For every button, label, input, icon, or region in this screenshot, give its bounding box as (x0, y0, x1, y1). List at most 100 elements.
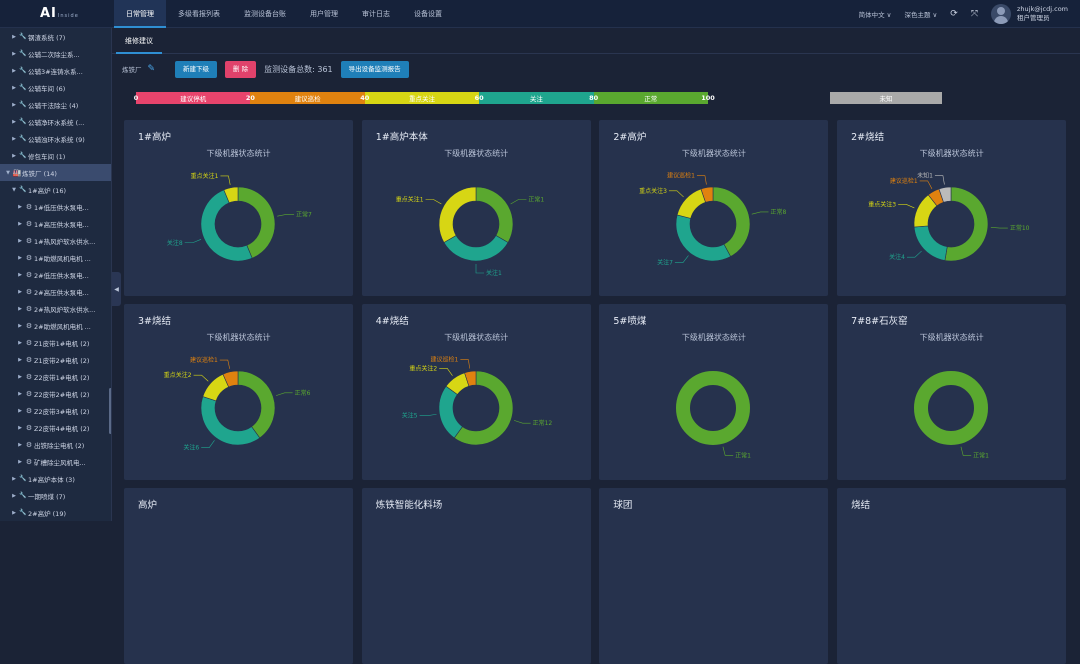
caret-right-icon[interactable]: ▶ (16, 340, 24, 346)
tree-item[interactable]: ▼ 🔧 1#高炉 (16) (0, 181, 111, 198)
caret-right-icon[interactable]: ▶ (16, 221, 24, 227)
tree-item[interactable]: ▶ ⚙ Z2皮带3#电机 (2) (0, 402, 111, 419)
tree-item[interactable]: ▶ ⚙ 1#助燃风机电机 ... (0, 249, 111, 266)
donut-slice[interactable] (200, 396, 261, 446)
caret-right-icon[interactable]: ▶ (10, 493, 18, 499)
tree-item[interactable]: ▶ ⚙ Z1皮带2#电机 (2) (0, 351, 111, 368)
donut-slice[interactable] (913, 225, 948, 261)
motor-icon: ⚙ (25, 270, 33, 279)
caret-right-icon[interactable]: ▶ (10, 476, 18, 482)
tree-item[interactable]: ▼ 🏭 炼铁厂 (14) (0, 164, 111, 181)
new-child-button[interactable]: 新建下级 (175, 60, 218, 78)
slice-label: 重点关注1 (395, 196, 423, 204)
tree-item[interactable]: ▶ ⚙ Z1皮带1#电机 (2) (0, 334, 111, 351)
donut-slice[interactable] (237, 370, 276, 439)
donut-slice[interactable] (914, 371, 989, 445)
caret-right-icon[interactable]: ▶ (16, 255, 24, 261)
caret-right-icon[interactable]: ▶ (10, 119, 18, 125)
nav-item-3[interactable]: 用户管理 (298, 0, 350, 28)
caret-down-icon[interactable]: ▼ (4, 170, 12, 176)
tree-item[interactable]: ▶ ⚙ 1#热风炉软水供水... (0, 232, 111, 249)
tree-item[interactable]: ▶ 🔧 公辅二次除尘系... (0, 45, 111, 62)
motor-icon: ⚙ (25, 423, 33, 432)
theme-select[interactable]: 深色主题 ∨ (904, 9, 937, 19)
nav-item-1[interactable]: 多级看报列表 (166, 0, 232, 28)
caret-right-icon[interactable]: ▶ (16, 238, 24, 244)
caret-right-icon[interactable]: ▶ (10, 153, 18, 159)
caret-right-icon[interactable]: ▶ (10, 510, 18, 516)
tree-item[interactable]: ▶ 🔧 公辅3#连铸水系... (0, 62, 111, 79)
caret-right-icon[interactable]: ▶ (10, 34, 18, 40)
label-line (475, 264, 484, 274)
tree-item[interactable]: ▶ 🔧 公辅车间 (6) (0, 79, 111, 96)
tree-item[interactable]: ▶ 🔧 修包车间 (1) (0, 147, 111, 164)
tree-item[interactable]: ▶ ⚙ 矿槽除尘风机电... (0, 453, 111, 470)
delete-button[interactable]: 删 除 (225, 60, 257, 78)
caret-right-icon[interactable]: ▶ (10, 51, 18, 57)
caret-right-icon[interactable]: ▶ (16, 323, 24, 329)
donut-slice[interactable] (443, 235, 509, 262)
nav-item-0[interactable]: 日常管理 (114, 0, 166, 28)
donut-slice[interactable] (475, 186, 513, 243)
caret-right-icon[interactable]: ▶ (16, 357, 24, 363)
logo[interactable]: AIInside (40, 6, 79, 21)
tree-item-label: 1#高压供水泵电... (34, 220, 89, 229)
tree-item[interactable]: ▶ 🔧 公辅浊环水系统 (9) (0, 130, 111, 147)
edit-icon[interactable]: ✎ (148, 64, 156, 74)
nav-item-2[interactable]: 监测设备台账 (232, 0, 298, 28)
tree-item[interactable]: ▶ ⚙ 2#高压供水泵电... (0, 283, 111, 300)
caret-right-icon[interactable]: ▶ (10, 102, 18, 108)
tab-maintenance-advice[interactable]: 维修建议 (116, 28, 162, 54)
donut-slice[interactable] (438, 186, 476, 243)
caret-right-icon[interactable]: ▶ (16, 289, 24, 295)
donut-slice[interactable] (676, 371, 751, 445)
language-select[interactable]: 简体中文 ∨ (859, 9, 892, 19)
caret-right-icon[interactable]: ▶ (16, 272, 24, 278)
caret-right-icon[interactable]: ▶ (16, 391, 24, 397)
export-report-button[interactable]: 导出设备监测报告 (340, 60, 409, 78)
caret-right-icon[interactable]: ▶ (10, 68, 18, 74)
caret-right-icon[interactable]: ▶ (10, 136, 18, 142)
caret-right-icon[interactable]: ▶ (16, 459, 24, 465)
tree-item[interactable]: ▶ ⚙ 2#低压供水泵电... (0, 266, 111, 283)
slice-label: 正常1 (973, 451, 989, 459)
tree-item[interactable]: ▶ ⚙ 2#助燃风机电机 ... (0, 317, 111, 334)
avatar[interactable] (991, 4, 1012, 24)
tree-item[interactable]: ▶ 🔧 2#高炉 (19) (0, 504, 111, 521)
caret-right-icon[interactable]: ▶ (16, 204, 24, 210)
tree-item[interactable]: ▶ 🔧 公辅净环水系统 (... (0, 113, 111, 130)
tree-item[interactable]: ▶ ⚙ 2#热风炉软水供水... (0, 300, 111, 317)
caret-right-icon[interactable]: ▶ (16, 425, 24, 431)
tree-item[interactable]: ▶ ⚙ 1#低压供水泵电... (0, 198, 111, 215)
legend-tick: 60 (474, 94, 484, 102)
tree-item[interactable]: ▶ 🔧 一期喷煤 (7) (0, 487, 111, 504)
caret-down-icon[interactable]: ▼ (10, 187, 18, 193)
tree-item[interactable]: ▶ 🔧 1#高炉本体 (3) (0, 470, 111, 487)
slice-label: 正常8 (771, 208, 787, 216)
slice-label: 关注4 (889, 253, 905, 261)
tree-item[interactable]: ▶ ⚙ Z2皮带2#电机 (2) (0, 385, 111, 402)
tree-item[interactable]: ▶ ⚙ 出铁除尘电机 (2) (0, 436, 111, 453)
caret-right-icon[interactable]: ▶ (16, 442, 24, 448)
user-info[interactable]: zhujk@jcdj.com 租户管理员 (1017, 5, 1068, 23)
refresh-icon[interactable]: ⟳ (950, 9, 958, 19)
tree-item-label: 修包车间 (1) (28, 152, 66, 161)
donut-slice[interactable] (676, 214, 732, 262)
slice-label: 关注5 (401, 412, 417, 420)
caret-right-icon[interactable]: ▶ (10, 85, 18, 91)
tree-item[interactable]: ▶ 🔧 公辅干法除尘 (4) (0, 96, 111, 113)
caret-right-icon[interactable]: ▶ (16, 306, 24, 312)
caret-right-icon[interactable]: ▶ (16, 408, 24, 414)
donut-slice[interactable] (944, 186, 989, 262)
fullscreen-icon[interactable]: ⤧ (971, 9, 978, 19)
donut-slice[interactable] (438, 385, 463, 439)
tree-item[interactable]: ▶ 🔧 钢渣系统 (7) (0, 28, 111, 45)
donut-slice[interactable] (677, 188, 707, 219)
nav-item-5[interactable]: 设备设置 (402, 0, 454, 28)
caret-right-icon[interactable]: ▶ (16, 374, 24, 380)
label-line (184, 239, 202, 244)
tree-item[interactable]: ▶ ⚙ Z2皮带4#电机 (2) (0, 419, 111, 436)
nav-item-4[interactable]: 审计日志 (350, 0, 402, 28)
tree-item[interactable]: ▶ ⚙ 1#高压供水泵电... (0, 215, 111, 232)
tree-item[interactable]: ▶ ⚙ Z2皮带1#电机 (2) (0, 368, 111, 385)
